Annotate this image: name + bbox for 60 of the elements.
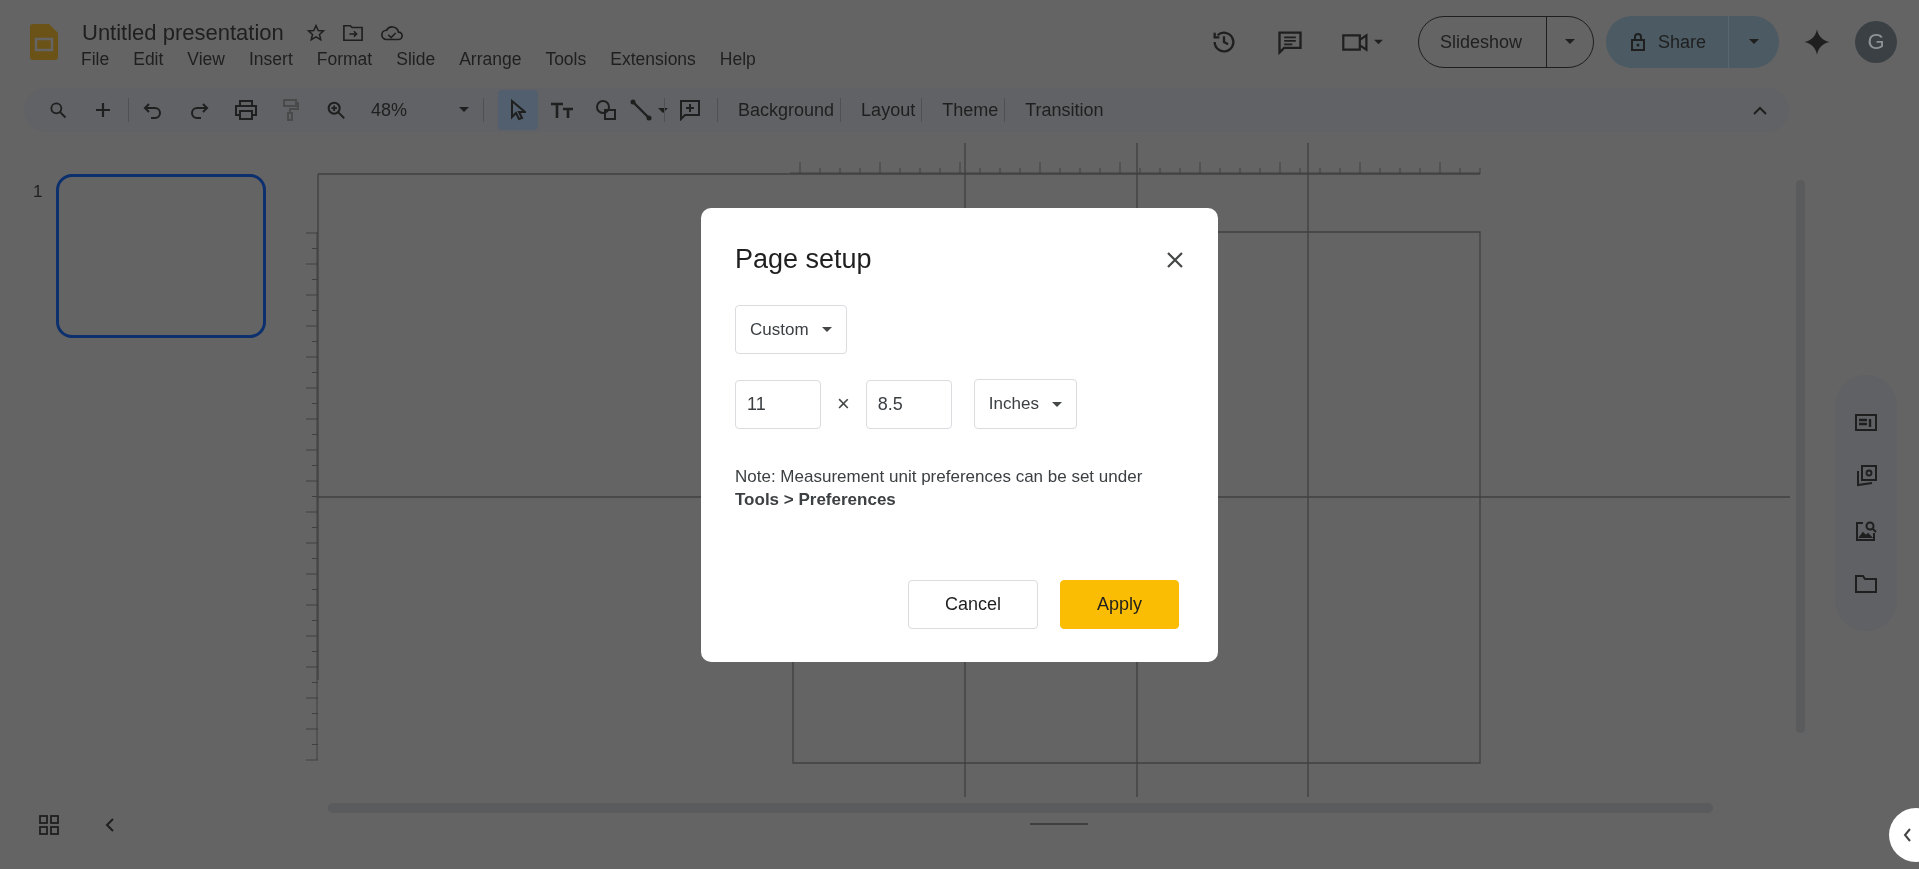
menu-item[interactable]: Format xyxy=(316,49,385,70)
resize-handle[interactable] xyxy=(1030,823,1088,825)
menu-item[interactable]: Slide xyxy=(396,49,448,70)
share-button[interactable]: Share xyxy=(1605,16,1779,68)
lock-icon xyxy=(1629,32,1646,52)
menu-item[interactable]: View xyxy=(187,49,237,70)
pointer-tool[interactable] xyxy=(498,90,539,130)
menu-item[interactable]: Insert xyxy=(249,49,305,70)
collapse-icon[interactable] xyxy=(1753,105,1767,115)
caret-icon[interactable] xyxy=(1564,39,1575,45)
chevron-left-icon[interactable] xyxy=(105,817,115,833)
layout-icon[interactable] xyxy=(1855,413,1877,432)
toolbar-button[interactable]: Theme xyxy=(936,99,1015,121)
caret-icon xyxy=(1051,401,1062,407)
image-search-icon[interactable] xyxy=(1855,519,1877,542)
menu-item[interactable]: Help xyxy=(719,49,768,70)
avatar[interactable]: G xyxy=(1855,21,1897,63)
toolbar-button[interactable]: Background xyxy=(732,99,851,121)
slide-thumbnail[interactable] xyxy=(56,174,267,338)
print-icon[interactable] xyxy=(235,100,257,120)
width-field[interactable]: 11 xyxy=(735,379,821,429)
menu-item[interactable]: File xyxy=(81,49,122,70)
caret-icon[interactable] xyxy=(1749,39,1759,45)
sparkle-icon[interactable] xyxy=(1803,28,1831,56)
search-icon[interactable] xyxy=(48,100,68,120)
caret-icon xyxy=(821,327,832,332)
folder-icon[interactable] xyxy=(341,23,364,43)
caret-icon xyxy=(459,107,470,113)
redo-icon[interactable] xyxy=(189,101,209,119)
toolbar-button[interactable]: Layout xyxy=(855,99,932,121)
photo-stack-icon[interactable] xyxy=(1855,464,1877,487)
add-comment-icon[interactable] xyxy=(679,99,702,121)
note-text: Note: Measurement unit preferences can be set under Tools > Preferences xyxy=(735,466,1144,511)
apply-button[interactable]: Apply xyxy=(1060,580,1179,629)
undo-icon[interactable] xyxy=(143,101,163,119)
preset-dropdown[interactable]: Custom xyxy=(735,305,847,354)
document-title[interactable]: Untitled presentation xyxy=(82,20,284,46)
slide-number: 1 xyxy=(33,182,43,202)
cloud-icon[interactable] xyxy=(379,24,404,42)
chevron-left-icon xyxy=(1903,828,1912,842)
plus-icon[interactable] xyxy=(94,101,112,119)
shapes-icon xyxy=(595,99,618,121)
dialog-title: Page setup xyxy=(735,244,872,275)
cancel-button[interactable]: Cancel xyxy=(908,580,1038,629)
menu-item[interactable]: Tools xyxy=(545,49,599,70)
grid-view-icon[interactable] xyxy=(39,815,59,835)
folder-icon[interactable] xyxy=(1855,574,1877,593)
star-icon[interactable] xyxy=(305,23,326,43)
height-field[interactable]: 8.5 xyxy=(865,379,952,429)
menu-item[interactable]: Extensions xyxy=(610,49,708,70)
text-icon xyxy=(550,101,575,119)
times-sign: × xyxy=(837,391,850,417)
pointer-icon xyxy=(510,99,527,121)
toolbar-button[interactable]: Transition xyxy=(1019,99,1120,121)
menu-item[interactable]: Edit xyxy=(133,49,176,70)
zoom-icon[interactable] xyxy=(325,99,347,121)
close-icon[interactable] xyxy=(1166,250,1184,269)
unit-dropdown[interactable]: Inches xyxy=(973,379,1077,429)
zoom-dropdown[interactable]: 48% xyxy=(371,99,470,121)
menu-item[interactable]: Arrange xyxy=(459,49,534,70)
